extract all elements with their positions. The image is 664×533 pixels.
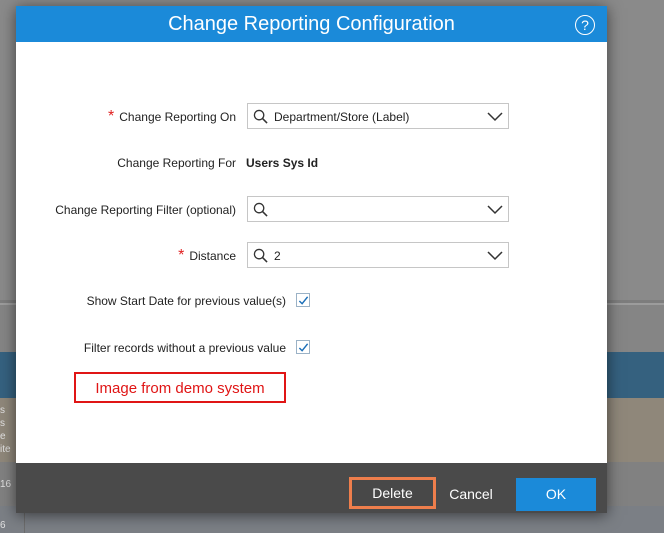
ok-button[interactable]: OK bbox=[516, 478, 596, 511]
demo-system-annotation: Image from demo system bbox=[74, 372, 286, 403]
background-text: 16 bbox=[0, 479, 12, 490]
reporting-on-label: * Change Reporting On bbox=[108, 108, 236, 125]
search-icon bbox=[253, 202, 268, 217]
reporting-for-value: Users Sys Id bbox=[246, 156, 319, 170]
background-text: ite bbox=[0, 444, 11, 455]
help-circle-icon[interactable]: ? bbox=[575, 15, 595, 35]
required-marker: * bbox=[108, 108, 115, 125]
change-reporting-dialog: Change Reporting Configuration ? * Change… bbox=[16, 6, 607, 513]
reporting-filter-select[interactable] bbox=[247, 196, 509, 222]
distance-label: * Distance bbox=[178, 247, 236, 264]
chevron-down-icon[interactable] bbox=[487, 251, 503, 261]
reporting-on-value: Department/Store (Label) bbox=[274, 110, 410, 124]
filter-records-label: Filter records without a previous value bbox=[83, 341, 286, 355]
reporting-for-label: Change Reporting For bbox=[117, 156, 236, 170]
dialog-header: Change Reporting Configuration ? bbox=[16, 6, 607, 42]
filter-records-checkbox[interactable] bbox=[296, 340, 310, 354]
background-text: e bbox=[0, 431, 6, 442]
required-marker: * bbox=[178, 247, 185, 264]
reporting-on-select[interactable]: Department/Store (Label) bbox=[247, 103, 509, 129]
distance-select[interactable]: 2 bbox=[247, 242, 509, 268]
dialog-title: Change Reporting Configuration bbox=[168, 13, 455, 35]
background-text: 6 bbox=[0, 520, 6, 531]
dialog-footer: Delete Cancel OK bbox=[16, 463, 607, 513]
background-text: s bbox=[0, 418, 5, 429]
show-start-date-checkbox[interactable] bbox=[296, 293, 310, 307]
checkmark-icon bbox=[298, 343, 309, 352]
background-text: s bbox=[0, 405, 5, 416]
reporting-filter-label: Change Reporting Filter (optional) bbox=[55, 203, 236, 217]
search-icon bbox=[253, 109, 268, 124]
cancel-button[interactable]: Cancel bbox=[436, 480, 506, 508]
annotation-text: Image from demo system bbox=[95, 380, 265, 397]
show-start-date-label: Show Start Date for previous value(s) bbox=[86, 294, 286, 308]
search-icon bbox=[253, 248, 268, 263]
chevron-down-icon[interactable] bbox=[487, 112, 503, 122]
delete-button[interactable]: Delete bbox=[349, 477, 436, 509]
chevron-down-icon[interactable] bbox=[487, 205, 503, 215]
distance-value: 2 bbox=[274, 249, 281, 263]
checkmark-icon bbox=[298, 296, 309, 305]
